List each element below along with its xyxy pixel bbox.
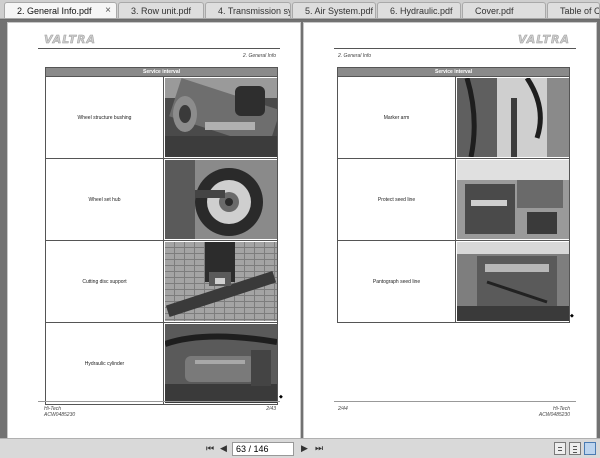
facing-view-icon[interactable] <box>584 442 596 455</box>
photo-cell <box>455 158 570 241</box>
photo-cell <box>163 322 278 405</box>
tab-label: 2. General Info.pdf <box>17 6 92 16</box>
tab-label: 5. Air System.pdf <box>305 6 374 16</box>
photo-cell <box>163 76 278 159</box>
tab-label: Table of Content <box>560 6 600 16</box>
section-title: 2. General Info <box>242 53 276 59</box>
table-row-label: Marker arm <box>337 76 456 159</box>
section-title: 2. General Info <box>338 53 372 59</box>
page-toolbar: ⏮ ◀ ▶ ⏭ <box>0 438 600 458</box>
valtra-logo: VALTRA <box>518 33 570 47</box>
photo-marker-arm <box>457 78 569 157</box>
tab-air-system[interactable]: 5. Air System.pdf <box>292 2 376 18</box>
photo-cutting-disc <box>165 242 277 321</box>
footer-divider <box>334 401 576 402</box>
photo-pantograph <box>457 242 569 321</box>
photo-hydraulic-cylinder <box>165 324 277 403</box>
photo-cell <box>163 158 278 241</box>
tab-label: 4. Transmission syste... <box>218 6 290 16</box>
tab-bar: 2. General Info.pdf × 3. Row unit.pdf 4.… <box>0 0 600 19</box>
table-row-label: Wheel set hub <box>45 158 164 241</box>
service-table: Service interval Marker arm Protect seed… <box>337 67 570 323</box>
photo-seed-line <box>457 160 569 239</box>
bullet-marker: ◆ <box>570 313 574 319</box>
tab-label: Cover.pdf <box>475 6 514 16</box>
photo-cell <box>455 76 570 159</box>
next-page-icon[interactable]: ▶ <box>301 443 308 454</box>
photo-wheel-hub <box>165 160 277 239</box>
bullet-marker: ◆ <box>279 394 283 400</box>
last-page-icon[interactable]: ⏭ <box>315 443 323 454</box>
tab-row-unit[interactable]: 3. Row unit.pdf <box>118 2 204 18</box>
first-page-icon[interactable]: ⏮ <box>206 443 214 454</box>
page-number-input[interactable] <box>232 442 294 456</box>
tab-cover[interactable]: Cover.pdf <box>462 2 546 18</box>
service-table: Service interval Wheel structure bushing <box>45 67 278 405</box>
footer-divider <box>38 401 280 402</box>
page-number: 2/43 <box>266 406 276 412</box>
tab-transmission-system[interactable]: 4. Transmission syste... <box>205 2 291 18</box>
table-row-label: Protect seed line <box>337 158 456 241</box>
footer-left: Hi-Tech ACW0485230 <box>44 406 76 418</box>
photo-cell <box>163 240 278 323</box>
tab-table-of-content[interactable]: Table of Content <box>547 2 600 18</box>
photo-bushing <box>165 78 277 157</box>
tab-general-info[interactable]: 2. General Info.pdf × <box>4 2 117 18</box>
prev-page-icon[interactable]: ◀ <box>220 443 227 454</box>
footer-right: Hi-Tech ACW0485230 <box>538 406 570 418</box>
pdf-page-right: 2. General Info VALTRA Service interval … <box>303 22 597 456</box>
pdf-page-left: VALTRA 2. General Info Service interval … <box>7 22 301 456</box>
continuous-view-icon[interactable] <box>569 442 581 455</box>
table-row-label: Hydraulic cylinder <box>45 322 164 405</box>
tab-label: 6. Hydraulic.pdf <box>390 6 453 16</box>
single-page-view-icon[interactable] <box>554 442 566 455</box>
table-row-label: Pantograph seed line <box>337 240 456 323</box>
photo-cell <box>455 240 570 323</box>
tab-label: 3. Row unit.pdf <box>131 6 192 16</box>
table-row-label: Cutting disc support <box>45 240 164 323</box>
table-header: Service interval <box>45 67 278 77</box>
document-viewer[interactable]: VALTRA 2. General Info Service interval … <box>0 20 600 456</box>
table-row-label: Wheel structure bushing <box>45 76 164 159</box>
page-number: 2/44 <box>338 406 348 412</box>
table-header: Service interval <box>337 67 570 77</box>
header-divider <box>334 48 576 49</box>
close-icon[interactable]: × <box>105 5 111 16</box>
header-divider <box>38 48 280 49</box>
valtra-logo: VALTRA <box>44 33 96 47</box>
tab-hydraulic[interactable]: 6. Hydraulic.pdf <box>377 2 461 18</box>
